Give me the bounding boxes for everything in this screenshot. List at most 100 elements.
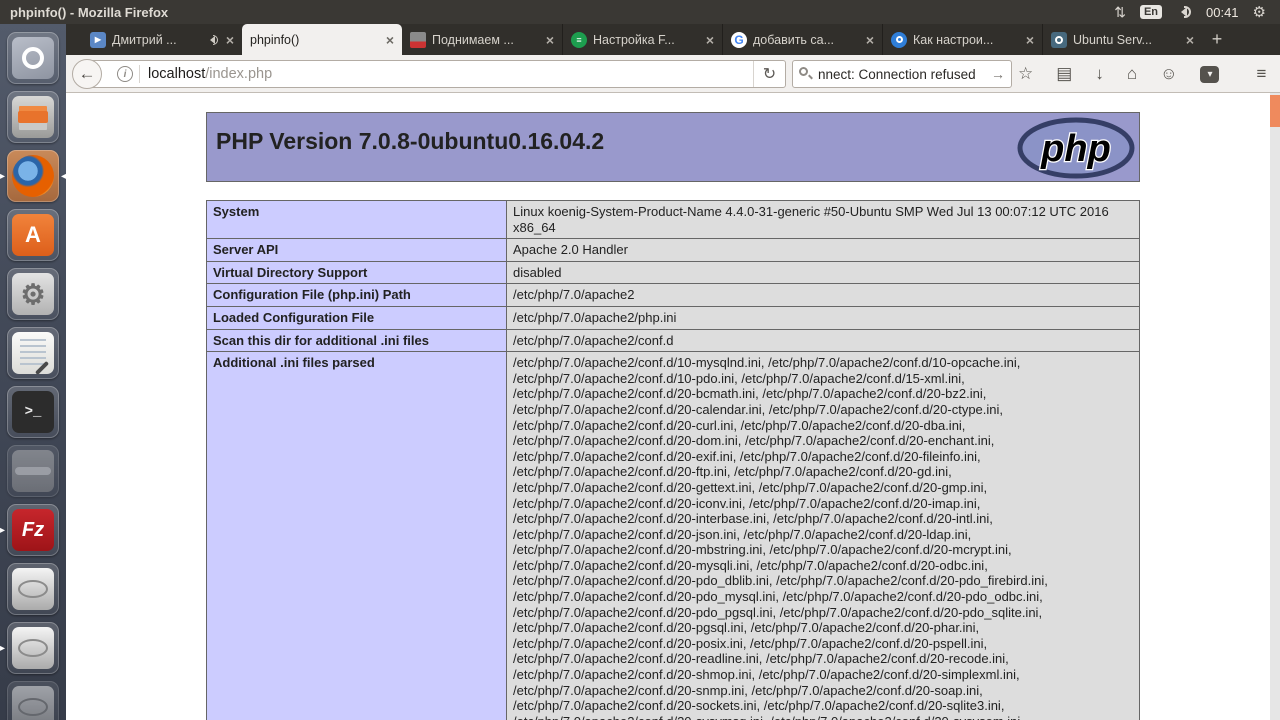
tab-audio-icon[interactable] bbox=[206, 34, 220, 46]
tab-close-button[interactable]: × bbox=[226, 32, 234, 48]
running-indicator: ▸ bbox=[0, 171, 6, 182]
phpinfo-table: System Linux koenig-System-Product-Name … bbox=[206, 199, 1140, 720]
hello-smiley-icon[interactable]: ☺ bbox=[1160, 64, 1177, 84]
tab-label: Дмитрий ... bbox=[112, 32, 177, 47]
focused-indicator: ◂ bbox=[60, 171, 66, 182]
row-label: Virtual Directory Support bbox=[206, 260, 507, 285]
site-info-icon[interactable]: i bbox=[117, 66, 133, 82]
table-row: Loaded Configuration File /etc/php/7.0/a… bbox=[206, 305, 1140, 330]
search-input[interactable] bbox=[818, 66, 991, 82]
reload-button[interactable]: ↻ bbox=[753, 61, 785, 87]
row-value: /etc/php/7.0/apache2 bbox=[506, 283, 1140, 307]
launcher-item-filezilla[interactable]: ▸ Fz bbox=[0, 504, 59, 556]
system-settings-icon: ⚙ bbox=[12, 273, 54, 315]
tab-label: добавить са... bbox=[753, 32, 835, 47]
url-bar[interactable]: i localhost/index.php ↻ bbox=[88, 60, 786, 88]
unity-launcher: ▸ ◂ A ⚙ >_ ▸ Fz ▸ bbox=[0, 24, 66, 720]
scrollbar-thumb[interactable] bbox=[1270, 95, 1280, 127]
table-row: System Linux koenig-System-Product-Name … bbox=[206, 199, 1140, 240]
home-icon[interactable]: ⌂ bbox=[1127, 64, 1137, 84]
launcher-item-files[interactable] bbox=[7, 91, 59, 143]
scrollbar-track[interactable] bbox=[1270, 93, 1280, 720]
row-value: /etc/php/7.0/apache2/conf.d/10-mysqlnd.i… bbox=[506, 351, 1140, 720]
session-gear-icon[interactable]: ⚙ bbox=[1253, 3, 1266, 21]
launcher-item-terminal[interactable]: >_ bbox=[7, 386, 59, 438]
table-row: Scan this dir for additional .ini files … bbox=[206, 328, 1140, 353]
terminal-icon: >_ bbox=[12, 391, 54, 433]
keyboard-indicator-icon[interactable]: ⇅ bbox=[1114, 4, 1126, 21]
row-value: Apache 2.0 Handler bbox=[506, 238, 1140, 262]
tab-close-button[interactable]: × bbox=[866, 32, 874, 48]
launcher-item-settings[interactable]: ⚙ bbox=[7, 268, 59, 320]
row-value: disabled bbox=[506, 260, 1140, 285]
volume-icon[interactable] bbox=[1176, 5, 1192, 19]
google-favicon: G bbox=[731, 31, 747, 48]
table-row: Virtual Directory Support disabled bbox=[206, 260, 1140, 285]
tab-dobavit[interactable]: G добавить са... × bbox=[722, 24, 882, 55]
tab-label: phpinfo() bbox=[250, 32, 300, 47]
hamburger-menu-icon[interactable]: ≡ bbox=[1256, 64, 1266, 84]
tab-close-button[interactable]: × bbox=[1186, 32, 1194, 48]
launcher-item-disk-busy[interactable] bbox=[7, 445, 59, 497]
php-logo: php bbox=[1017, 117, 1135, 179]
keyboard-layout-badge[interactable]: En bbox=[1139, 5, 1162, 19]
search-icon bbox=[799, 67, 813, 81]
askubuntu-favicon bbox=[1051, 31, 1067, 48]
row-label: Additional .ini files parsed bbox=[206, 351, 507, 720]
pocket-icon[interactable]: ▾ bbox=[1200, 65, 1220, 83]
launcher-item-disk-2[interactable]: ▸ bbox=[0, 622, 59, 674]
row-value: /etc/php/7.0/apache2/php.ini bbox=[506, 305, 1140, 330]
running-indicator: ▸ bbox=[0, 525, 6, 536]
launcher-item-firefox[interactable]: ▸ ◂ bbox=[0, 150, 66, 202]
hard-disk-icon bbox=[12, 627, 54, 669]
tab-close-button[interactable]: × bbox=[546, 32, 554, 48]
filezilla-icon: Fz bbox=[12, 509, 54, 551]
tab-podnimaem[interactable]: Поднимаем ... × bbox=[402, 24, 562, 55]
url-text[interactable]: localhost/index.php bbox=[148, 66, 753, 82]
tab-phpinfo-active[interactable]: phpinfo() × bbox=[242, 24, 402, 55]
tab-ubuntu-server[interactable]: Ubuntu Serv... × bbox=[1042, 24, 1202, 55]
cms-site-favicon bbox=[410, 31, 426, 48]
ubuntu-software-icon: A bbox=[12, 214, 54, 256]
green-site-favicon: ≡ bbox=[571, 31, 587, 48]
tab-close-button[interactable]: × bbox=[706, 32, 714, 48]
tab-video[interactable]: ▶ Дмитрий ... × bbox=[82, 24, 242, 55]
row-label: Loaded Configuration File bbox=[206, 305, 507, 330]
clock[interactable]: 00:41 bbox=[1206, 5, 1239, 20]
row-value: /etc/php/7.0/apache2/conf.d bbox=[506, 328, 1140, 353]
divider bbox=[139, 65, 140, 83]
launcher-item-disk-1[interactable] bbox=[7, 563, 59, 615]
top-panel: phpinfo() - Mozilla Firefox ⇅ En 00:41 ⚙ bbox=[0, 0, 1280, 24]
table-row: Configuration File (php.ini) Path /etc/p… bbox=[206, 283, 1140, 307]
files-icon bbox=[12, 96, 54, 138]
toolbar-buttons: ☆ ▤ ↓ ⌂ ☺ ▾ ≡ bbox=[1018, 55, 1266, 93]
search-go-icon[interactable]: → bbox=[991, 66, 1005, 82]
tab-close-button[interactable]: × bbox=[386, 32, 394, 48]
digitalocean-favicon bbox=[891, 31, 907, 48]
search-bar[interactable]: → bbox=[792, 60, 1012, 88]
phpinfo-container: PHP Version 7.0.8-0ubuntu0.16.04.2 php S… bbox=[206, 112, 1140, 720]
launcher-item-dash[interactable] bbox=[7, 32, 59, 84]
tab-kak-nastroit[interactable]: Как настрои... × bbox=[882, 24, 1042, 55]
window-title: phpinfo() - Mozilla Firefox bbox=[10, 4, 169, 20]
launcher-item-software[interactable]: A bbox=[7, 209, 59, 261]
bookmark-star-icon[interactable]: ☆ bbox=[1018, 64, 1033, 84]
row-label: Scan this dir for additional .ini files bbox=[206, 328, 507, 353]
launcher-item-texteditor[interactable] bbox=[7, 327, 59, 379]
launcher-item-disk-3[interactable] bbox=[7, 681, 59, 720]
video-play-favicon: ▶ bbox=[90, 31, 106, 48]
new-tab-button[interactable]: + bbox=[1202, 24, 1232, 55]
tab-nastroika[interactable]: ≡ Настройка F... × bbox=[562, 24, 722, 55]
url-host: localhost bbox=[148, 66, 206, 82]
tab-close-button[interactable]: × bbox=[1026, 32, 1034, 48]
bookmarks-menu-icon[interactable]: ▤ bbox=[1056, 64, 1072, 84]
text-editor-icon bbox=[12, 332, 54, 376]
tab-label: Поднимаем ... bbox=[432, 32, 514, 47]
tab-bar: ▶ Дмитрий ... × phpinfo() × Поднимаем ..… bbox=[66, 24, 1280, 55]
tab-label: Как настрои... bbox=[913, 32, 994, 47]
phpinfo-header: PHP Version 7.0.8-0ubuntu0.16.04.2 php bbox=[206, 112, 1140, 182]
downloads-icon[interactable]: ↓ bbox=[1095, 64, 1104, 84]
ubuntu-dash-icon bbox=[12, 37, 54, 79]
php-version-title: PHP Version 7.0.8-0ubuntu0.16.04.2 bbox=[216, 128, 605, 154]
back-button[interactable]: ← bbox=[72, 59, 102, 89]
